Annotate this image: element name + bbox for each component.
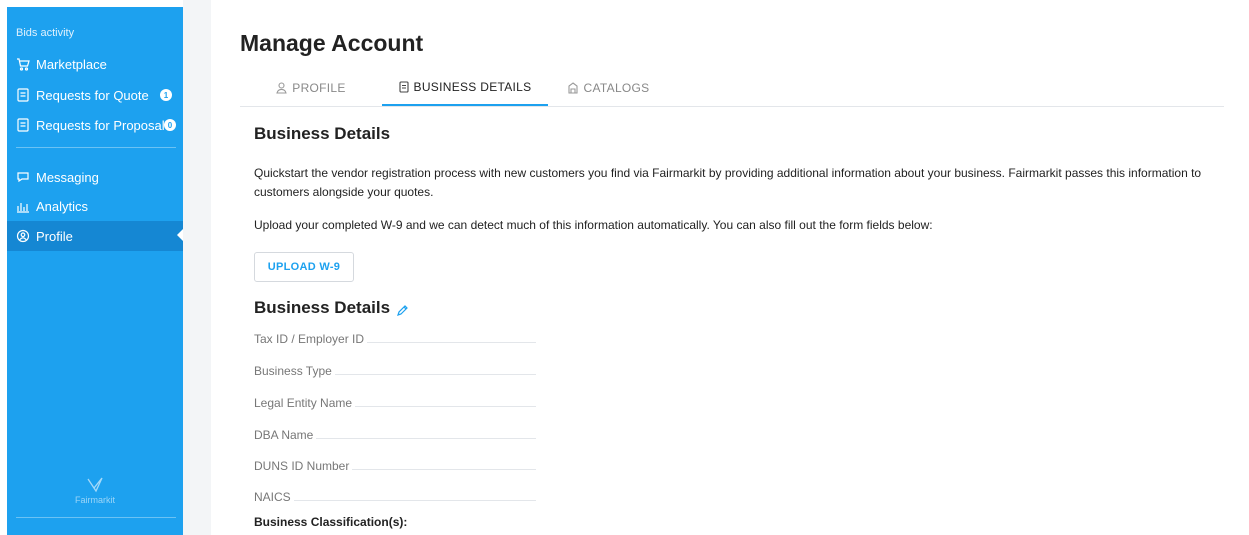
tab-catalogs[interactable]: CATALOGS bbox=[548, 70, 668, 106]
field-label: Legal Entity Name bbox=[254, 396, 353, 410]
field-label: Tax ID / Employer ID bbox=[254, 332, 365, 346]
sidebar-item-requests-for-proposal[interactable]: Requests for Proposal 0 bbox=[7, 110, 183, 140]
field-naics[interactable]: NAICS bbox=[254, 484, 536, 504]
sidebar-item-label: Profile bbox=[36, 228, 73, 244]
tab-label: CATALOGS bbox=[583, 81, 650, 95]
sidebar-item-analytics[interactable]: Analytics bbox=[7, 191, 183, 221]
chat-icon bbox=[16, 170, 30, 184]
sidebar: Bids activity Marketplace Requests for Q… bbox=[7, 7, 183, 535]
field-legal-entity-name[interactable]: Legal Entity Name bbox=[254, 390, 536, 410]
field-label: NAICS bbox=[254, 490, 291, 504]
sidebar-item-label: Messaging bbox=[36, 169, 99, 185]
business-details-heading: Business Details bbox=[254, 298, 391, 317]
document-icon bbox=[16, 88, 30, 102]
field-tax-id[interactable]: Tax ID / Employer ID bbox=[254, 326, 536, 346]
sidebar-section-label: Bids activity bbox=[16, 27, 75, 39]
count-badge: 0 bbox=[164, 119, 176, 131]
upload-instructions: Upload your completed W-9 and we can det… bbox=[254, 218, 933, 232]
cart-icon bbox=[16, 57, 30, 71]
business-classification-label: Business Classification(s): bbox=[254, 515, 408, 529]
logo-text: Fairmarkit bbox=[75, 495, 115, 505]
field-label: Business Type bbox=[254, 364, 332, 378]
sidebar-item-label: Requests for Proposal bbox=[36, 117, 165, 133]
count-badge: 1 bbox=[160, 89, 172, 101]
user-circle-icon bbox=[16, 229, 30, 243]
field-value bbox=[352, 469, 536, 470]
field-value bbox=[355, 406, 536, 407]
field-duns-id[interactable]: DUNS ID Number bbox=[254, 453, 536, 473]
intro-text: Quickstart the vendor registration proce… bbox=[254, 166, 1202, 199]
sidebar-item-label: Requests for Quote bbox=[36, 87, 149, 103]
document-icon bbox=[16, 118, 30, 132]
tab-profile[interactable]: PROFILE bbox=[240, 70, 382, 106]
tab-business-details[interactable]: BUSINESS DETAILS bbox=[382, 70, 548, 106]
field-value bbox=[334, 374, 536, 375]
field-business-type[interactable]: Business Type bbox=[254, 358, 536, 378]
analytics-icon bbox=[16, 199, 30, 213]
edit-pencil-icon[interactable] bbox=[396, 304, 409, 322]
fairmarkit-logo: Fairmarkit bbox=[7, 477, 183, 505]
layout-gutter bbox=[183, 0, 211, 535]
document-icon bbox=[398, 81, 409, 93]
sidebar-item-requests-for-quote[interactable]: Requests for Quote 1 bbox=[7, 80, 183, 110]
sidebar-footer-divider bbox=[16, 517, 176, 518]
field-value bbox=[293, 500, 536, 501]
tab-label: PROFILE bbox=[292, 81, 346, 95]
section-heading: Business Details bbox=[254, 124, 391, 143]
page-title: Manage Account bbox=[240, 30, 424, 56]
field-label: DBA Name bbox=[254, 428, 314, 442]
upload-w9-button[interactable]: UPLOAD W-9 bbox=[254, 252, 354, 282]
account-tabs: PROFILE BUSINESS DETAILS CATALOGS bbox=[240, 70, 1224, 107]
field-value bbox=[316, 438, 536, 439]
sidebar-item-label: Marketplace bbox=[36, 56, 107, 72]
user-icon bbox=[276, 82, 287, 94]
field-dba-name[interactable]: DBA Name bbox=[254, 422, 536, 442]
sidebar-item-messaging[interactable]: Messaging bbox=[7, 162, 183, 192]
sidebar-divider bbox=[16, 147, 176, 148]
field-label: DUNS ID Number bbox=[254, 459, 350, 473]
catalog-icon bbox=[567, 82, 579, 94]
bird-icon bbox=[87, 477, 103, 493]
sidebar-item-marketplace[interactable]: Marketplace bbox=[7, 49, 183, 79]
sidebar-item-profile[interactable]: Profile bbox=[7, 221, 183, 251]
tab-label: BUSINESS DETAILS bbox=[413, 80, 532, 94]
field-value bbox=[367, 342, 536, 343]
sidebar-item-label: Analytics bbox=[36, 198, 89, 214]
